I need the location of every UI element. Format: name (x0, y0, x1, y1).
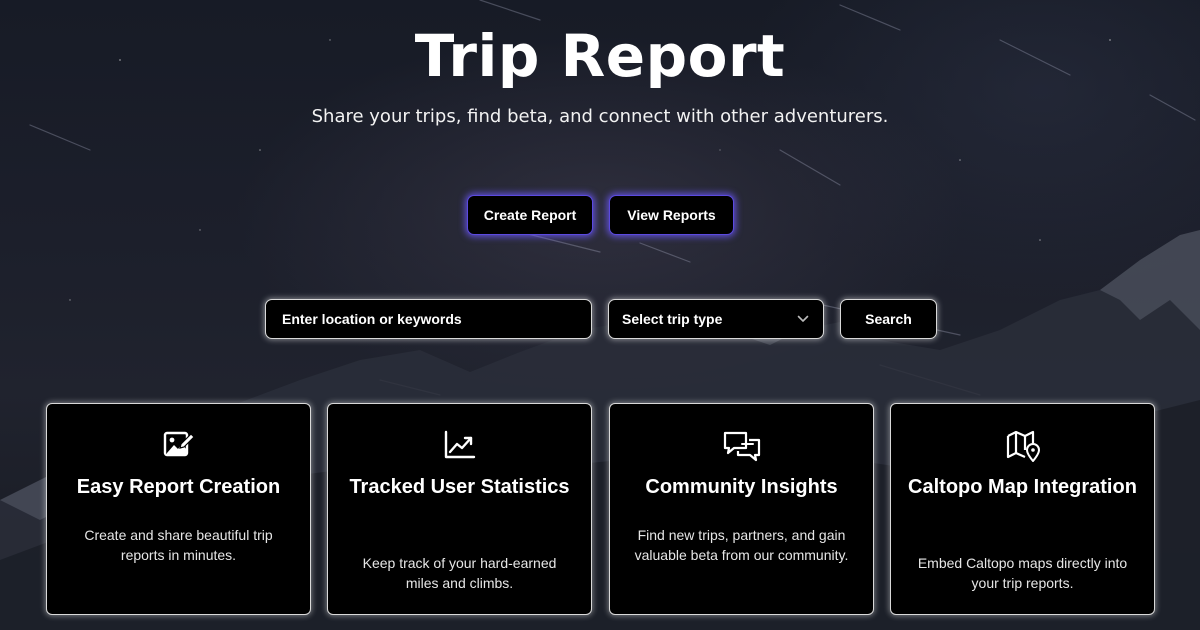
search-input-placeholder: Enter location or keywords (282, 311, 462, 327)
feature-card-user-statistics: Tracked User Statistics Keep track of yo… (327, 403, 592, 615)
chart-line-icon (328, 430, 591, 460)
view-reports-button[interactable]: View Reports (609, 195, 734, 235)
trip-type-selected-value: Select trip type (622, 311, 723, 327)
page-title: Trip Report (414, 22, 786, 90)
feature-card-text: Keep track of your hard-earned miles and… (362, 555, 557, 591)
feature-card-text: Create and share beautiful trip reports … (84, 527, 273, 563)
page-subtitle: Share your trips, find beta, and connect… (311, 106, 889, 127)
feature-card-title: Community Insights (645, 476, 838, 498)
feature-card-title: Easy Report Creation (76, 476, 281, 498)
trip-type-select[interactable]: Select trip type (608, 299, 824, 339)
feature-card-text: Find new trips, partners, and gain valua… (634, 527, 849, 563)
feature-card-community-insights: Community Insights Find new trips, partn… (609, 403, 874, 615)
image-edit-icon (47, 430, 310, 460)
search-input[interactable]: Enter location or keywords (265, 299, 592, 339)
feature-card-caltopo-map: Caltopo Map Integration Embed Caltopo ma… (890, 403, 1155, 615)
map-pin-icon (891, 430, 1154, 462)
feature-card-text: Embed Caltopo maps directly into your tr… (917, 555, 1128, 591)
chevron-down-icon (797, 315, 809, 323)
feature-card-title: Caltopo Map Integration (908, 476, 1137, 498)
search-button[interactable]: Search (840, 299, 937, 339)
create-report-button[interactable]: Create Report (467, 195, 593, 235)
feature-card-title: Tracked User Statistics (349, 476, 570, 498)
feature-card-report-creation: Easy Report Creation Create and share be… (46, 403, 311, 615)
chat-bubbles-icon (610, 430, 873, 464)
